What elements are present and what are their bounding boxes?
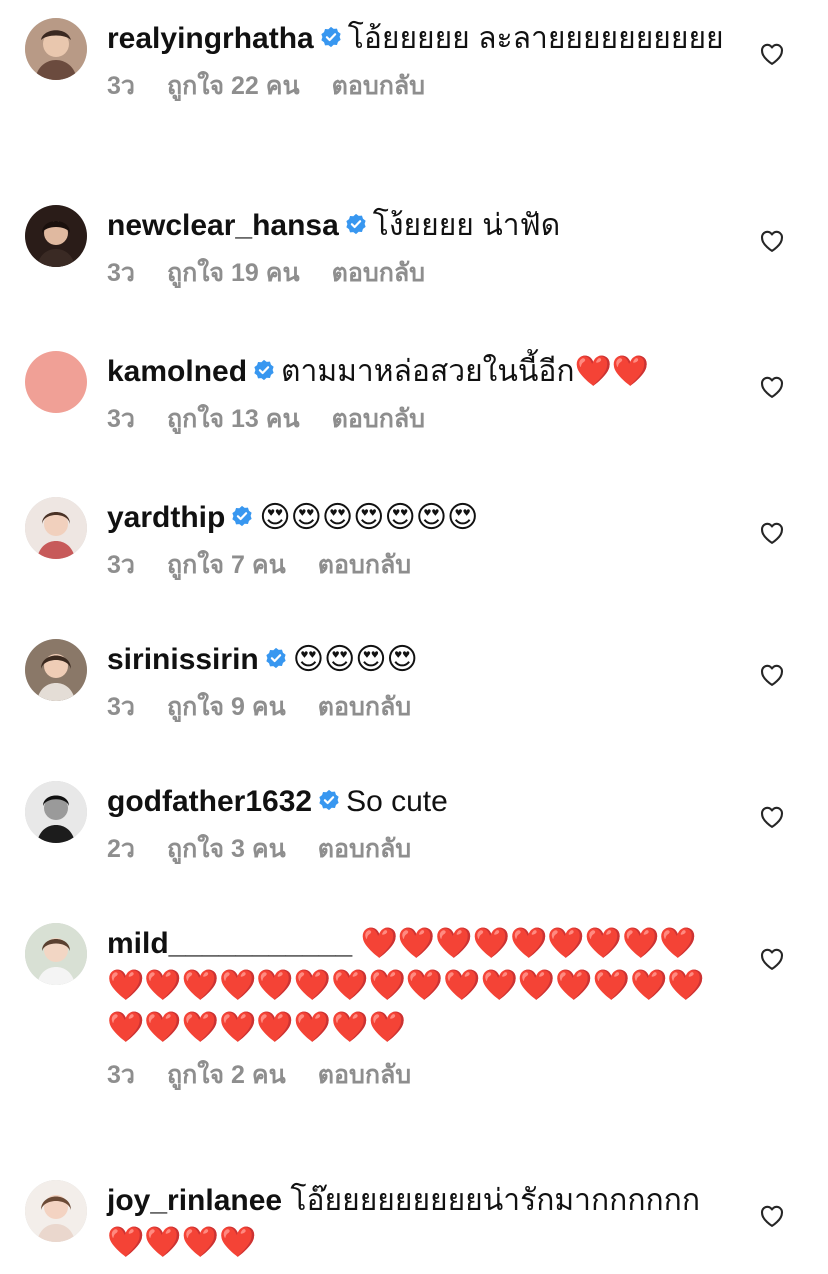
reply-button[interactable]: ตอบกลับ (318, 1061, 411, 1089)
comment-body: โง้ยยยย น่าฟัด (372, 209, 561, 242)
comment-meta: 3ว ถูกใจ 9 คน ตอบกลับ (107, 691, 727, 723)
reply-button[interactable]: ตอบกลับ (332, 405, 425, 433)
like-heart-icon[interactable] (758, 661, 786, 689)
verified-badge-icon (231, 505, 253, 527)
comment-body: 😍😍😍😍😍😍😍 (259, 500, 479, 535)
comment-time: 3ว (107, 1061, 135, 1089)
avatar[interactable] (25, 781, 87, 843)
likes-count[interactable]: ถูกใจ 22 คน (167, 72, 300, 100)
likes-count[interactable]: ถูกใจ 3 คน (167, 835, 286, 863)
verified-badge-icon (318, 789, 340, 811)
username[interactable]: newclear_hansa (107, 209, 339, 242)
like-heart-icon[interactable] (758, 373, 786, 401)
verified-badge-icon (345, 213, 367, 235)
reply-button[interactable]: ตอบกลับ (332, 259, 425, 287)
like-heart-icon[interactable] (758, 803, 786, 831)
verified-badge-icon (265, 647, 287, 669)
comment-text: realyingrhatha โอ้ยยยยย ละลายยยยยยยยยย (107, 18, 727, 60)
likes-count[interactable]: ถูกใจ 2 คน (167, 1061, 286, 1089)
avatar[interactable] (25, 18, 87, 80)
avatar[interactable] (25, 497, 87, 559)
comment-time: 3ว (107, 259, 135, 287)
comment-meta: 2ว ถูกใจ 3 คน ตอบกลับ (107, 833, 727, 865)
like-heart-icon[interactable] (758, 1202, 786, 1230)
like-heart-icon[interactable] (758, 227, 786, 255)
comment-body: 😍😍😍😍 (292, 642, 418, 677)
like-heart-icon[interactable] (758, 40, 786, 68)
comment-text: joy_rinlanee โอ๊ยยยยยยยยยน่ารักมากกกกกก❤… (107, 1180, 727, 1264)
comment-text: sirinissirin 😍😍😍😍 (107, 639, 727, 681)
comment-time: 3ว (107, 551, 135, 579)
reply-button[interactable]: ตอบกลับ (318, 835, 411, 863)
comment-meta: 3ว ถูกใจ 22 คน ตอบกลับ (107, 70, 727, 102)
reply-button[interactable]: ตอบกลับ (318, 693, 411, 721)
username[interactable]: yardthip (107, 501, 225, 534)
username[interactable]: godfather1632 (107, 785, 312, 818)
avatar[interactable] (25, 351, 87, 413)
username[interactable]: realyingrhatha (107, 22, 314, 55)
comment-time: 3ว (107, 405, 135, 433)
verified-badge-icon (253, 359, 275, 381)
comment-meta: 3ว ถูกใจ 19 คน ตอบกลับ (107, 257, 727, 289)
likes-count[interactable]: ถูกใจ 7 คน (167, 551, 286, 579)
likes-count[interactable]: ถูกใจ 19 คน (167, 259, 300, 287)
comment-text: godfather1632 So cute (107, 781, 727, 823)
comment-text: newclear_hansa โง้ยยยย น่าฟัด (107, 205, 727, 247)
like-heart-icon[interactable] (758, 519, 786, 547)
avatar[interactable] (25, 1180, 87, 1242)
avatar[interactable] (25, 923, 87, 985)
likes-count[interactable]: ถูกใจ 9 คน (167, 693, 286, 721)
comment-meta: 3ว ถูกใจ 2 คน ตอบกลับ (107, 1059, 727, 1091)
reply-button[interactable]: ตอบกลับ (332, 72, 425, 100)
like-heart-icon[interactable] (758, 945, 786, 973)
comment-text: yardthip 😍😍😍😍😍😍😍 (107, 497, 727, 539)
verified-badge-icon (320, 26, 342, 48)
username[interactable]: joy_rinlanee (107, 1184, 282, 1217)
comment-body: So cute (346, 785, 448, 818)
likes-count[interactable]: ถูกใจ 13 คน (167, 405, 300, 433)
comment-text: mild___________ ❤️❤️❤️❤️❤️❤️❤️❤️❤️❤️❤️❤️… (107, 923, 727, 1049)
avatar[interactable] (25, 639, 87, 701)
comment-body: ตามมาหล่อสวยในนี้อีก❤️❤️ (281, 354, 650, 389)
comment-body: โอ้ยยยยย ละลายยยยยยยยยย (347, 22, 724, 55)
comment-time: 2ว (107, 835, 135, 863)
avatar[interactable] (25, 205, 87, 267)
reply-button[interactable]: ตอบกลับ (318, 551, 411, 579)
username[interactable]: mild___________ (107, 927, 352, 960)
comment-meta: 3ว ถูกใจ 7 คน ตอบกลับ (107, 549, 727, 581)
comment-text: kamolned ตามมาหล่อสวยในนี้อีก❤️❤️ (107, 351, 727, 393)
comment-meta: 3ว ถูกใจ 13 คน ตอบกลับ (107, 403, 727, 435)
username[interactable]: kamolned (107, 355, 247, 388)
comment-time: 3ว (107, 72, 135, 100)
username[interactable]: sirinissirin (107, 643, 259, 676)
comment-time: 3ว (107, 693, 135, 721)
